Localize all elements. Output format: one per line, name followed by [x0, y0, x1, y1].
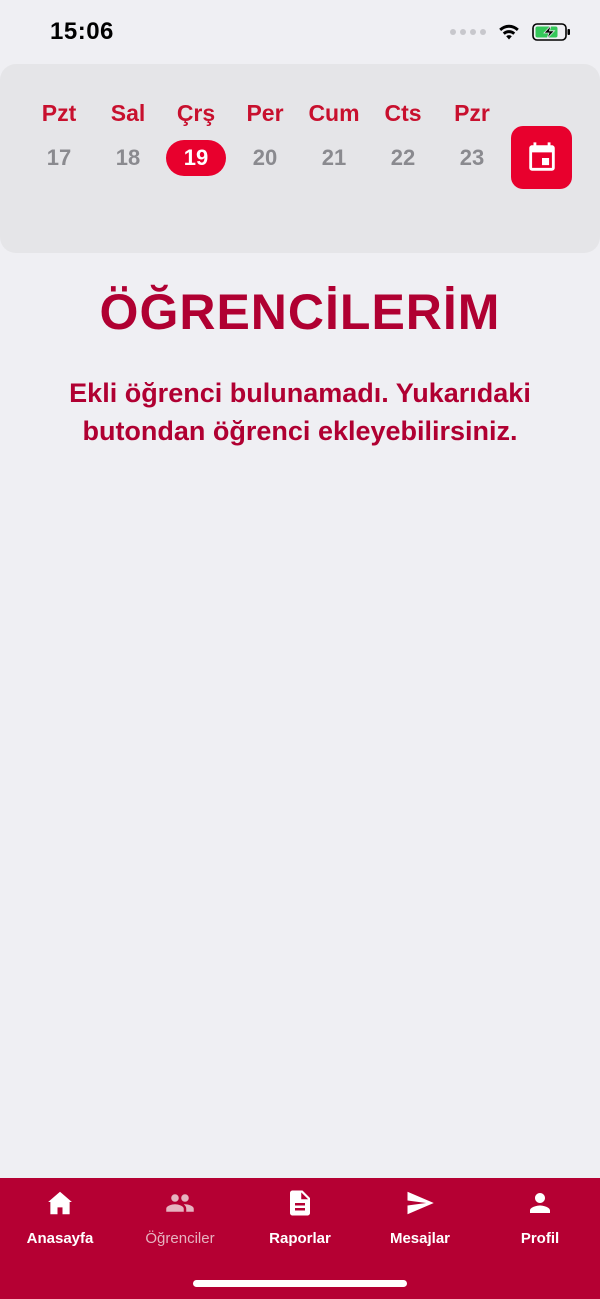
nav-label: Öğrenciler	[145, 1230, 215, 1247]
send-icon	[407, 1191, 434, 1215]
day-number: 18	[115, 145, 141, 170]
home-indicator	[193, 1280, 407, 1287]
nav-item-ogrenciler[interactable]: Öğrenciler	[120, 1188, 240, 1258]
day-cts[interactable]: Cts 22	[369, 64, 437, 204]
nav-item-mesajlar[interactable]: Mesajlar	[360, 1188, 480, 1258]
status-icons	[450, 22, 572, 42]
screen: 15:06 Pzt 17 Sal 18 Çrş 19 Per 20 Cum 21…	[0, 0, 600, 1299]
week-strip: Pzt 17 Sal 18 Çrş 19 Per 20 Cum 21 Cts 2…	[0, 64, 600, 253]
day-number-selected: 19	[166, 140, 226, 176]
day-name: Pzr	[454, 100, 490, 126]
day-cum[interactable]: Cum 21	[300, 64, 368, 204]
home-icon	[48, 1191, 72, 1215]
calendar-icon	[528, 141, 555, 171]
nav-item-raporlar[interactable]: Raporlar	[240, 1188, 360, 1258]
day-name: Cts	[384, 100, 422, 126]
person-icon	[530, 1193, 550, 1213]
status-time: 15:06	[50, 18, 114, 45]
status-bar: 15:06	[0, 0, 600, 64]
empty-state-message: Ekli öğrenci bulunamadı. Yukarıdaki buto…	[69, 378, 531, 446]
day-pzt[interactable]: Pzt 17	[25, 64, 93, 204]
day-pzr[interactable]: Pzr 23	[438, 64, 506, 204]
day-number: 23	[459, 145, 485, 170]
day-per[interactable]: Per 20	[231, 64, 299, 204]
nav-item-profil[interactable]: Profil	[480, 1188, 600, 1258]
nav-item-anasayfa[interactable]: Anasayfa	[0, 1188, 120, 1258]
day-name: Cum	[308, 100, 360, 126]
users-icon	[166, 1194, 194, 1212]
nav-label: Raporlar	[269, 1230, 331, 1247]
day-name: Sal	[110, 100, 146, 126]
calendar-button[interactable]	[511, 126, 572, 189]
day-name: Pzt	[41, 100, 77, 126]
day-number: 22	[390, 145, 416, 170]
nav-label: Profil	[520, 1230, 560, 1247]
page-title: ÖĞRENCİLERİM	[99, 284, 501, 340]
wifi-icon	[499, 24, 519, 40]
day-number: 21	[321, 145, 347, 170]
document-icon	[290, 1190, 310, 1216]
battery-charging-icon	[532, 23, 570, 41]
day-number: 17	[46, 145, 72, 170]
day-name: Çrş	[176, 100, 216, 126]
nav-label: Mesajlar	[389, 1230, 451, 1247]
nav-label: Anasayfa	[26, 1230, 94, 1247]
day-crs-selected[interactable]: Çrş 19	[162, 64, 230, 204]
day-sal[interactable]: Sal 18	[94, 64, 162, 204]
cellular-signal-icon	[450, 29, 486, 35]
day-name: Per	[246, 100, 284, 126]
day-number: 20	[252, 145, 278, 170]
